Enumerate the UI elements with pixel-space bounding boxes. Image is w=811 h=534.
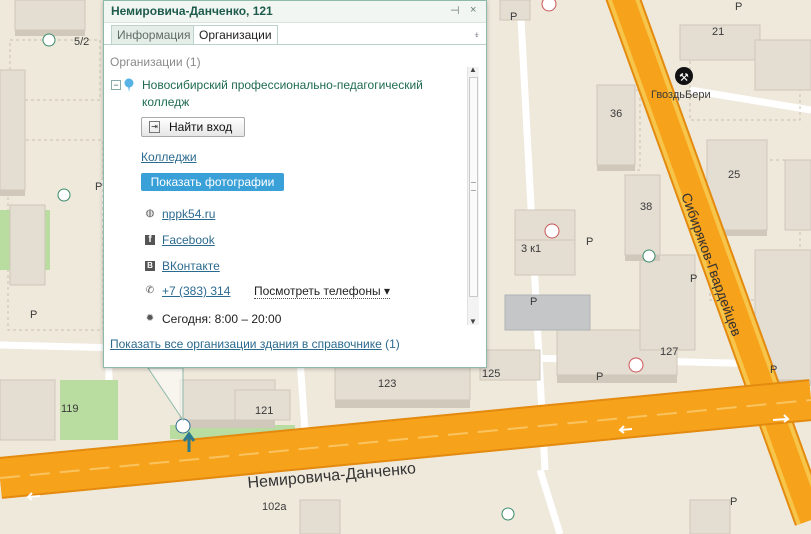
category-link[interactable]: Колледжи — [141, 150, 197, 164]
scrollbar-thumb[interactable] — [469, 77, 478, 297]
poi-icon-green — [501, 507, 515, 521]
all-organizations-link-text[interactable]: Показать все организации здания в справо… — [110, 337, 382, 351]
menu-icon[interactable]: ⍖ — [473, 29, 480, 42]
bnum-119: 119 — [61, 403, 79, 415]
vk-icon: B — [145, 261, 155, 271]
organization-name-line-1[interactable]: Новосибирский профессионально-педагогиче… — [142, 78, 423, 92]
organizations-panel[interactable]: Организации (1) − Новосибирский професси… — [104, 45, 476, 326]
bnum-102a: 102а — [262, 501, 287, 513]
kindergarten-icon — [57, 188, 71, 202]
entrance-icon: ⇥ — [149, 121, 160, 133]
opening-hours: Сегодня: 8:00 – 20:00 — [162, 312, 282, 326]
phone-link[interactable]: +7 (383) 314 — [162, 284, 230, 298]
tab-organizations[interactable]: Организации — [193, 25, 278, 45]
svg-text:P: P — [730, 496, 737, 508]
find-entrance-button[interactable]: ⇥ Найти вход — [141, 117, 245, 137]
popup-title: Немировича-Данченко, 121 — [111, 4, 273, 18]
bnum-127: 127 — [660, 346, 678, 358]
show-photos-button[interactable]: Показать фотографии — [141, 173, 284, 191]
clock-icon: ✹ — [145, 313, 155, 324]
all-organizations-link[interactable]: Показать все организации здания в справо… — [110, 337, 400, 351]
bnum-25: 25 — [728, 169, 740, 181]
bnum-21: 21 — [712, 26, 724, 38]
facebook-link[interactable]: Facebook — [162, 233, 215, 247]
bnum-5-2: 5/2 — [74, 36, 89, 48]
collapse-icon[interactable]: − — [111, 80, 121, 90]
facebook-icon: f — [145, 235, 155, 245]
website-link[interactable]: nppk54.ru — [162, 207, 215, 221]
bnum-123: 123 — [378, 378, 396, 390]
scrollbar[interactable]: ▲ ▼ — [467, 65, 479, 326]
medical-icon-2 — [544, 223, 560, 239]
popup-header: Немировича-Данченко, 121 ⊣ × — [104, 1, 486, 23]
svg-text:P: P — [30, 309, 37, 321]
globe-icon: ◍ — [145, 208, 155, 219]
bnum-38: 38 — [640, 201, 652, 213]
svg-text:P: P — [690, 273, 697, 285]
svg-text:P: P — [510, 11, 517, 23]
location-pin-icon — [124, 78, 134, 92]
svg-text:P: P — [596, 371, 603, 383]
vk-link[interactable]: ВКонтакте — [162, 259, 220, 273]
phone-icon: ✆ — [145, 285, 155, 296]
find-entrance-label: Найти вход — [169, 120, 233, 134]
pin-popup-icon[interactable]: ⊣ — [450, 4, 460, 17]
pharmacy-icon — [42, 33, 56, 47]
cafe-icon — [642, 249, 656, 263]
poi-label-gvozd[interactable]: ГвоздьБери — [651, 89, 711, 101]
hammer-glyph-icon: ⚒ — [679, 71, 689, 84]
scroll-down-icon[interactable]: ▼ — [469, 317, 477, 326]
close-icon[interactable]: × — [470, 4, 476, 16]
bnum-121: 121 — [255, 405, 273, 417]
svg-text:P: P — [586, 236, 593, 248]
show-phones-dropdown[interactable]: Посмотреть телефоны ▾ — [254, 284, 390, 299]
tab-info[interactable]: Информация — [111, 25, 197, 44]
svg-text:P: P — [770, 364, 777, 376]
scroll-grip-icon — [471, 182, 476, 191]
medical-icon — [541, 0, 557, 12]
bnum-125: 125 — [482, 368, 500, 380]
svg-text:P: P — [735, 1, 742, 13]
scroll-up-icon[interactable]: ▲ — [469, 65, 477, 74]
svg-text:P: P — [95, 181, 102, 193]
organization-name-line-2[interactable]: колледж — [142, 95, 189, 109]
building-popup: Немировича-Данченко, 121 ⊣ × Информация … — [103, 0, 487, 368]
bnum-36: 36 — [610, 108, 622, 120]
medical-icon-3 — [628, 357, 644, 373]
college-marker-icon — [175, 418, 191, 434]
organizations-count-heading: Организации (1) — [110, 55, 201, 69]
all-organizations-count: (1) — [385, 337, 400, 351]
svg-text:P: P — [530, 296, 537, 308]
bnum-3k1: 3 к1 — [521, 243, 541, 255]
show-phones-label: Посмотреть телефоны — [254, 284, 381, 298]
